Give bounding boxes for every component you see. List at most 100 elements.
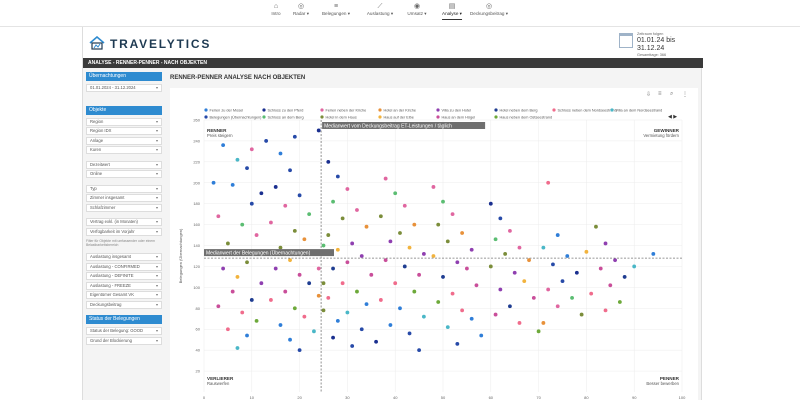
y-tick-label: 180	[193, 201, 200, 206]
data-point	[297, 348, 302, 353]
legend-label: Villa an dem Nordseestrand	[616, 108, 663, 112]
daterange-display[interactable]: Zeitraum folgen 01.01.24 bis 31.12.24 Ge…	[637, 32, 703, 57]
data-point	[407, 331, 412, 336]
data-point	[383, 258, 388, 263]
filter-label: Region	[90, 118, 104, 124]
data-point	[302, 237, 307, 242]
data-point	[359, 327, 364, 332]
data-point	[369, 272, 374, 277]
filter-select[interactable]: Auslastung - DEFINITE ▾	[86, 272, 162, 280]
data-point	[326, 233, 331, 237]
legend-marker	[204, 108, 208, 112]
section-head-status: Status der Belegungen	[86, 315, 162, 324]
chevron-down-icon: ▾	[155, 292, 158, 297]
data-point	[230, 182, 235, 187]
chevron-down-icon: ▾	[155, 161, 158, 167]
filter-select[interactable]: Anlage ▾	[86, 136, 162, 145]
filter-select[interactable]: Region ▾	[86, 117, 162, 126]
y-tick-label: 20	[196, 369, 201, 374]
data-point	[249, 298, 254, 302]
chevron-down-icon: ▾	[155, 118, 158, 124]
filter-select[interactable]: Dezeitwert ▾	[86, 160, 162, 169]
data-point	[297, 272, 302, 277]
data-point	[512, 270, 517, 275]
legend-marker	[494, 108, 498, 112]
filter-label: Auslastung - CONFIRMED	[90, 263, 140, 269]
chevron-down-icon: ▾	[155, 204, 158, 210]
data-point	[450, 212, 455, 217]
data-point	[312, 329, 316, 334]
date-range-filter[interactable]: 01.01.2024 - 31.12.2024 ▾	[86, 84, 162, 92]
filter-select[interactable]: Region IDX ▾	[86, 127, 162, 135]
data-point	[445, 325, 450, 330]
filter-select[interactable]: Auslastung - CONFIRMED ▾	[86, 262, 162, 271]
legend-label: Hotel an der Kirche	[384, 108, 417, 112]
data-point	[412, 222, 417, 227]
data-point	[488, 264, 493, 269]
filter-select[interactable]: Online ▾	[86, 170, 162, 178]
nav-item-label: Deckungsbeitrag ▾	[469, 11, 509, 16]
nav-item-auslastung[interactable]: ⟋ Auslastung ▾	[367, 3, 393, 17]
data-point	[460, 308, 465, 313]
legend-label: Belegungen (Übernachtungen)	[210, 115, 263, 119]
filter-select[interactable]: Verfügbarkeit im Vorjahr ▾	[86, 227, 162, 236]
filter-select[interactable]: Schlafzimmer ▾	[86, 203, 162, 212]
coin-icon: ◉	[413, 3, 421, 10]
data-point	[283, 203, 288, 208]
y-tick-label: 60	[196, 327, 201, 332]
brand-bar: TRAVELYTICS Zeitraum folgen 01.01.24 bis…	[83, 27, 703, 58]
filter-label: Auslastung - FREEZE	[90, 282, 131, 288]
data-point	[383, 176, 388, 181]
chevron-down-icon: ▾	[155, 85, 158, 90]
filter-select[interactable]: Zimmer insgesamt ▾	[86, 194, 162, 202]
filter-label: Deckungsbeitrag	[90, 301, 122, 307]
data-point	[321, 243, 326, 248]
legend-marker	[436, 115, 440, 119]
data-point	[541, 245, 546, 250]
filter-label: Verfügbarkeit im Vorjahr	[90, 228, 135, 234]
data-point	[436, 222, 441, 227]
nav-item-deckungsbeitrag[interactable]: ◎ Deckungsbeitrag ▾	[470, 3, 508, 17]
data-point	[331, 335, 335, 340]
y-tick-label: 220	[193, 159, 200, 164]
data-point	[378, 298, 383, 302]
x-tick-label: 40	[393, 395, 398, 400]
data-point	[335, 174, 340, 179]
filter-select[interactable]: Kuren ▾	[86, 146, 162, 154]
filter-select[interactable]: Auslastung - FREEZE ▾	[86, 281, 162, 290]
nav-item-label: Intro	[271, 11, 281, 16]
nav-item-radar[interactable]: ◎ Radar ▾	[293, 3, 309, 17]
nav-item-intro[interactable]: ⌂ Intro	[271, 3, 280, 16]
x-tick-label: 50	[441, 395, 446, 400]
filter-select[interactable]: Grund der Blockierung ▾	[86, 336, 162, 345]
data-point	[321, 281, 326, 286]
filter-select[interactable]: Deckungsbeitrag ▾	[86, 300, 162, 309]
legend-label: Haus an dem Hügel	[442, 115, 476, 119]
filter-select[interactable]: Status der Belegung: GOOD ▾	[86, 327, 162, 335]
data-point	[517, 321, 522, 325]
chevron-down-icon: ▾	[155, 254, 158, 259]
data-point	[445, 239, 450, 244]
data-point	[603, 241, 608, 246]
filter-label: Status der Belegung: GOOD	[90, 328, 144, 333]
chart-panel-title: RENNER-PENNER ANALYSE NACH OBJEKTEN	[170, 75, 306, 81]
filter-select[interactable]: Eigentümer Gesamt VK ▾	[86, 291, 162, 299]
quadrant-verlierer-sub: Rauswerfen	[207, 381, 230, 386]
data-point	[292, 228, 297, 233]
data-point	[364, 224, 369, 229]
filter-select[interactable]: Vertrag exkl. (in Monaten) ▾	[86, 218, 162, 226]
legend-marker	[320, 115, 324, 119]
filter-select[interactable]: Auslastung insgesamt ▾	[86, 253, 162, 261]
analysis-icon: ▤	[448, 3, 456, 10]
data-point	[412, 289, 417, 294]
nav-item-analyse[interactable]: ▤ Analyse ▾	[442, 3, 462, 20]
filter-select[interactable]: Typ ▾	[86, 184, 162, 193]
nav-item-umsatz[interactable]: ◉ Umsatz ▾	[407, 3, 426, 17]
x-tick-label: 0	[203, 395, 206, 400]
data-point	[450, 291, 455, 296]
calendar-icon[interactable]	[619, 33, 633, 48]
legend-marker	[610, 108, 614, 112]
legend-marker	[494, 115, 498, 119]
daterange-value: 01.01.24 bis 31.12.24	[637, 36, 676, 52]
nav-item-belegungen[interactable]: ≡ Belegungen ▾	[322, 3, 350, 17]
